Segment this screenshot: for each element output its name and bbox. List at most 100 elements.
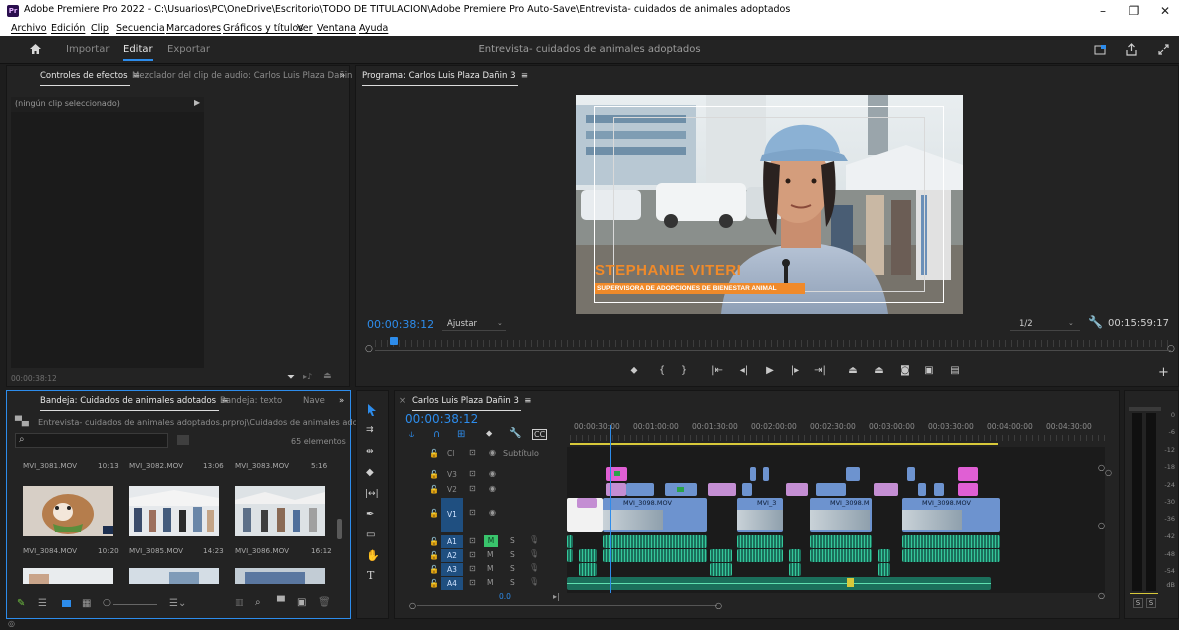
menu-ver[interactable]: Ver [297,23,313,34]
lock-icon[interactable]: 🔓 [429,537,439,546]
add-button-icon[interactable]: + [1158,365,1169,380]
track-end-handle[interactable]: ○ [1105,468,1112,477]
timeline-clip[interactable] [742,483,752,496]
tab-bin-cuidados[interactable]: Bandeja: Cuidados de animales adotados ≡ [40,396,229,411]
timeline-clip[interactable] [750,467,756,481]
add-marker-timeline-icon[interactable]: ⬥ [486,429,492,439]
zoom-bar[interactable] [375,350,1171,351]
audio-clip[interactable] [902,549,1000,562]
go-to-out-icon[interactable]: ⇥| [813,365,827,376]
lift-icon[interactable]: ⏏ [846,365,860,376]
timeline-clip[interactable] [874,483,898,496]
timeline-clip[interactable] [934,483,944,496]
master-volume-value[interactable]: 0.0 [499,592,511,601]
comparison-view-icon[interactable]: ▣ [922,365,936,376]
filter-icon[interactable]: ⏷ [287,372,295,383]
play-only-audio-icon[interactable]: ▸♪ [303,372,312,381]
zoom-slider[interactable] [113,604,157,605]
mic-icon[interactable]: 🎙 [529,563,539,572]
timeline-clip[interactable] [665,483,697,496]
camera-icon[interactable]: ◙ [898,365,912,376]
share-icon[interactable] [1125,43,1138,56]
minimize-button[interactable]: – [1086,1,1120,21]
timeline-clip[interactable] [918,483,926,496]
timeline-clip[interactable]: MVI_3098.M [810,498,872,532]
bin-thumbnail-dog[interactable] [23,486,113,536]
audio-clip[interactable] [878,549,890,562]
zoom-start-handle[interactable]: ○ [365,344,373,354]
timeline-clip[interactable] [958,467,978,481]
mute-button[interactable]: M [487,564,493,573]
wrench-icon[interactable]: 🔧 [1088,315,1103,329]
mute-button-active[interactable]: M [484,535,498,547]
scroll-start-handle[interactable]: ○ [409,601,416,610]
v1-source-patch[interactable]: V1 [441,498,463,532]
mute-button[interactable]: M [487,578,493,587]
tab-program[interactable]: Programa: Carlos Luis Plaza Dañin 3 ≡ [362,71,528,86]
rectangle-tool-icon[interactable]: ▭ [366,529,375,540]
lock-icon[interactable]: 🔓 [429,509,439,518]
lock-icon[interactable]: 🔓 [429,485,439,494]
add-marker-icon[interactable]: ⬥ [627,365,641,376]
bin-thumbnail-row2[interactable] [235,568,325,584]
icon-view-icon[interactable] [62,600,71,607]
tab-bin-texto[interactable]: Bandeja: texto [220,396,282,406]
lock-icon[interactable]: 🔓 [429,579,439,588]
more-tabs-icon[interactable]: » [340,71,345,81]
a4-source-patch[interactable]: A4 [441,577,463,590]
timeline-ruler[interactable]: 00:00:30:00 00:01:00:00 00:01:30:00 00:0… [570,413,1110,447]
track-area[interactable]: MVI_3098.MOV MVI_3 MVI_3098.M MVI_3098.M… [567,425,1112,593]
menu-marcadores[interactable]: Marcadores [166,23,221,34]
eye-icon[interactable]: ◉ [489,508,496,517]
close-sequence-icon[interactable]: × [399,396,406,406]
timeline-clip[interactable] [708,483,736,496]
captions-icon[interactable]: CC [532,429,548,440]
timeline-timecode[interactable]: 00:00:38:12 [405,412,478,426]
audio-clip[interactable] [710,563,732,576]
timeline-clip[interactable] [763,467,769,481]
tab-sequence[interactable]: Carlos Luis Plaza Dañin 3 ≡ [412,396,531,411]
zoom-slider-handle[interactable]: ○ [103,598,111,608]
bin-thumbnail-crowd[interactable] [129,486,219,536]
more-tabs-icon[interactable]: » [339,396,344,406]
eye-icon[interactable]: ◉ [489,469,496,478]
a2-source-patch[interactable]: A2 [441,549,463,562]
timeline-clip[interactable] [958,483,978,496]
audio-clip[interactable] [579,563,597,576]
bin-thumbnail-row2[interactable] [23,568,113,584]
timeline-clip[interactable]: MVI_3098.MOV [603,498,707,532]
tab-effect-controls[interactable]: Controles de efectos ≡ [40,71,140,86]
clip-selector[interactable]: (ningún clip seleccionado) ▶ [11,97,204,112]
zoom-fit-select[interactable]: Ajustar ⌄ [442,317,506,331]
audio-clip[interactable] [603,549,707,562]
lock-icon[interactable]: 🔓 [429,470,439,479]
hand-tool-icon[interactable]: ✋ [366,549,380,562]
music-audio-clip[interactable] [567,577,991,590]
automate-icon[interactable]: ▥ [235,598,244,608]
audio-clip[interactable] [737,535,783,548]
mic-icon[interactable]: 🎙 [529,577,539,586]
audio-clip[interactable] [878,563,890,576]
go-to-in-icon[interactable]: |⇤ [710,365,724,376]
timeline-clip[interactable] [606,483,626,496]
step-forward-icon[interactable]: |▸ [788,365,802,376]
insert-nest-icon[interactable]: ⫝ [409,430,414,440]
menu-clip[interactable]: Clip [91,23,109,34]
mic-icon[interactable]: 🎙 [529,535,539,544]
audio-clip[interactable] [567,549,573,562]
program-playhead[interactable] [390,337,398,345]
mic-icon[interactable]: 🎙 [529,549,539,558]
bin-thumbnail-tents[interactable] [235,486,325,536]
timeline-clip[interactable] [846,467,860,481]
vertical-scroll-top[interactable]: ○ [1098,463,1105,472]
slip-tool-icon[interactable]: |↔| [365,489,379,499]
bin-search-input[interactable]: ⌕ [15,433,168,448]
maximize-button[interactable]: ❐ [1117,1,1151,21]
timeline-clip[interactable] [786,483,808,496]
track-select-tool-icon[interactable]: ⇉ [366,425,374,435]
audio-clip[interactable] [902,535,1000,548]
menu-graficos[interactable]: Gráficos y títulos [223,23,303,34]
close-button[interactable]: ✕ [1148,1,1179,21]
sync-icon[interactable]: ⊡ [469,484,476,493]
freeform-view-icon[interactable]: ▦ [82,598,91,609]
